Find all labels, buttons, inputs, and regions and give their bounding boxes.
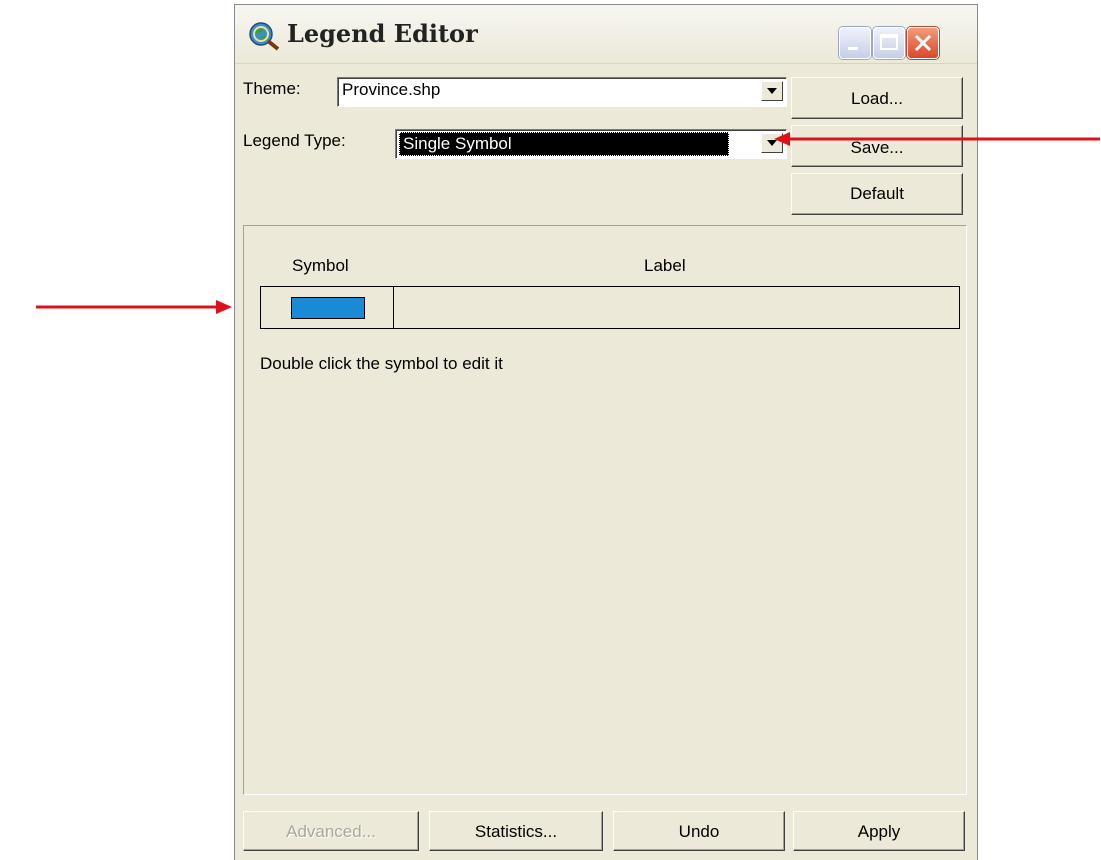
load-button[interactable]: Load... (791, 77, 963, 119)
symbol-swatch[interactable] (291, 297, 365, 319)
theme-label: Theme: (243, 79, 301, 98)
chevron-down-icon[interactable] (761, 81, 783, 101)
theme-dropdown-value: Province.shp (342, 80, 441, 99)
symbol-cell (261, 287, 394, 328)
theme-dropdown[interactable]: Province.shp (337, 77, 787, 107)
legend-panel: Symbol Label Double click the symbol to … (243, 225, 967, 795)
legend-type-label: Legend Type: (243, 131, 346, 150)
statistics-button[interactable]: Statistics... (429, 811, 603, 851)
maximize-button[interactable] (873, 27, 905, 59)
label-column-header: Label (644, 256, 686, 275)
annotation-arrow-right (774, 132, 1100, 146)
close-button[interactable] (907, 27, 939, 59)
legend-table (260, 286, 960, 329)
apply-button[interactable]: Apply (793, 811, 965, 851)
hint-text: Double click the symbol to edit it (260, 354, 503, 373)
close-icon (914, 34, 932, 52)
undo-button[interactable]: Undo (613, 811, 785, 851)
legend-type-dropdown-value: Single Symbol (399, 132, 729, 156)
app-globe-icon (249, 22, 280, 51)
title-bar[interactable]: Legend Editor (235, 5, 977, 64)
advanced-button[interactable]: Advanced... (243, 811, 419, 851)
maximize-icon (880, 34, 898, 50)
minimize-button[interactable] (839, 27, 871, 59)
window-title: Legend Editor (287, 19, 478, 48)
legend-type-dropdown[interactable]: Single Symbol (395, 129, 787, 159)
symbol-column-header: Symbol (292, 256, 349, 275)
annotation-arrow-left (36, 300, 232, 314)
default-button[interactable]: Default (791, 173, 963, 215)
minimize-icon (848, 47, 858, 50)
